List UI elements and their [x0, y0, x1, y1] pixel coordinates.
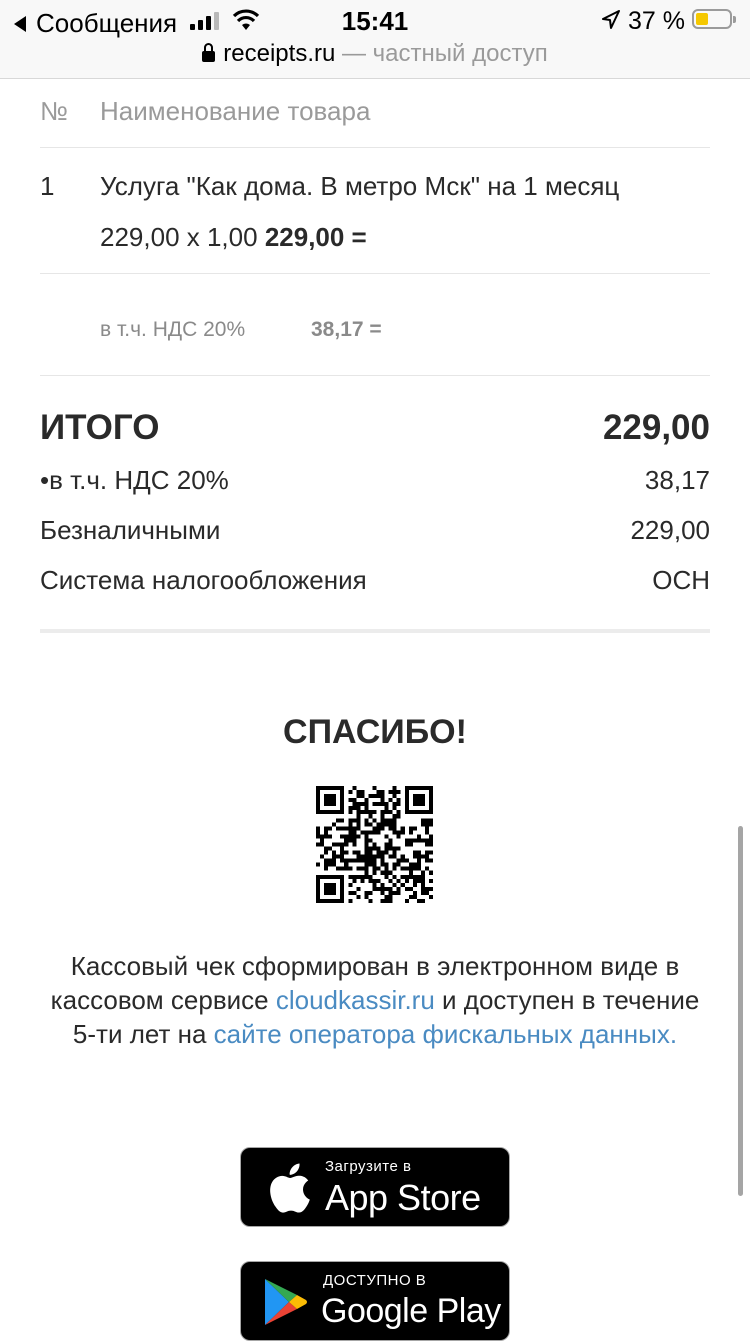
- googleplay-big-text: Google Play: [321, 1292, 501, 1330]
- app-store-badge[interactable]: Загрузите в App Store: [240, 1147, 510, 1227]
- google-play-badge[interactable]: ДОСТУПНО В Google Play: [240, 1261, 510, 1341]
- url-suffix: — частный доступ: [342, 40, 548, 67]
- divider: [40, 375, 710, 376]
- battery-icon: [692, 9, 736, 29]
- browser-header: Сообщения 15:41 37 % receipts.ru — частн…: [0, 0, 750, 79]
- apple-icon: [270, 1163, 310, 1213]
- column-header-name: Наименование товара: [100, 96, 371, 126]
- cashless-label: Безналичными: [40, 515, 221, 545]
- item-number: 1: [40, 171, 55, 201]
- item-name: Услуга "Как дома. В метро Мск" на 1 меся…: [100, 171, 620, 201]
- tax-system-value: ОСН: [652, 565, 710, 595]
- battery-level-fill: [696, 13, 708, 25]
- cashless-value: 229,00: [630, 515, 710, 545]
- receipt-note: Кассовый чек сформирован в электронном в…: [40, 949, 710, 1051]
- thanks-heading: СПАСИБО!: [283, 713, 467, 751]
- appstore-big-text: App Store: [325, 1177, 481, 1218]
- url-domain: receipts.ru: [223, 40, 336, 67]
- total-value: 229,00: [602, 408, 710, 447]
- appstore-small-text: Загрузите в: [325, 1158, 412, 1175]
- section-divider: [40, 629, 710, 633]
- vat-total-label: •в т.ч. НДС 20%: [40, 465, 229, 495]
- url-bar[interactable]: receipts.ru — частный доступ: [0, 40, 750, 68]
- location-arrow-icon: [602, 10, 620, 29]
- item-sum: 229,00 =: [264, 222, 367, 252]
- item-calculation: 229,00 x 1,00 229,00 =: [100, 222, 367, 253]
- item-price-qty: 229,00 x 1,00: [100, 222, 258, 252]
- qr-code: [316, 786, 433, 903]
- item-vat-value: 38,17 =: [311, 318, 382, 341]
- divider: [40, 273, 710, 274]
- cloudkassir-link[interactable]: cloudkassir.ru: [276, 985, 435, 1015]
- google-play-icon: [265, 1279, 307, 1325]
- battery-percent: 37 %: [628, 7, 685, 35]
- vat-total-value: 38,17: [644, 465, 710, 495]
- scrollbar[interactable]: [738, 826, 743, 1196]
- divider: [40, 147, 710, 148]
- status-bar: Сообщения 15:41 37 %: [0, 0, 750, 40]
- lock-icon: [202, 43, 216, 62]
- googleplay-small-text: ДОСТУПНО В: [323, 1272, 427, 1289]
- column-header-number: №: [40, 96, 68, 126]
- item-vat-label: в т.ч. НДС 20%: [100, 318, 246, 341]
- tax-system-label: Система налогообложения: [40, 565, 367, 595]
- fiscal-operator-link[interactable]: сайте оператора фискальных данных.: [214, 1019, 677, 1049]
- total-label: ИТОГО: [40, 408, 160, 447]
